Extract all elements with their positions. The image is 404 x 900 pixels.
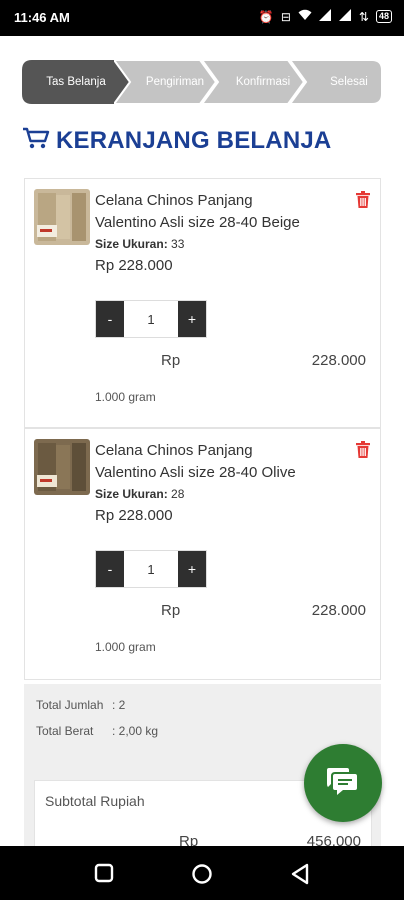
quantity-stepper: - 1 + <box>95 300 207 338</box>
signal-icon-2 <box>338 9 352 24</box>
step-label: Pengiriman <box>145 76 205 88</box>
decrease-qty-button[interactable]: - <box>96 301 124 337</box>
cart-icon <box>22 126 50 155</box>
total-weight-row: Total Berat : 2,00 kg <box>36 724 158 738</box>
cart-item: Celana Chinos Panjang Valentino Asli siz… <box>24 178 381 428</box>
signal-icon <box>318 9 332 24</box>
chat-icon <box>327 766 359 801</box>
cart-item: Celana Chinos Panjang Valentino Asli siz… <box>24 428 381 680</box>
total-weight-value: : 2,00 kg <box>112 724 159 738</box>
product-name-line2: Valentino Asli size 28-40 Olive <box>95 464 296 481</box>
product-price: Rp 228.000 <box>95 507 173 524</box>
product-name-line1: Celana Chinos Panjang <box>95 192 253 209</box>
product-image[interactable] <box>34 439 90 495</box>
quantity-input[interactable]: 1 <box>124 301 178 337</box>
total-weight-label: Total Berat <box>36 724 94 738</box>
product-size: Size Ukuran: 33 <box>95 237 184 251</box>
page-title: KERANJANG BELANJA <box>22 126 331 155</box>
product-size: Size Ukuran: 28 <box>95 487 184 501</box>
size-label: Size Ukuran: <box>95 237 168 251</box>
product-name-line2: Valentino Asli size 28-40 Beige <box>95 214 300 231</box>
status-icons: ⏰ ⊟ ⇅ 48 <box>259 9 392 24</box>
line-total-currency: Rp <box>161 602 181 619</box>
step-selesai[interactable]: Selesai <box>290 60 382 104</box>
step-label: Konfirmasi <box>235 76 291 88</box>
trash-icon[interactable] <box>356 191 370 213</box>
quantity-stepper: - 1 + <box>95 550 207 588</box>
product-image[interactable] <box>34 189 90 245</box>
quantity-input[interactable]: 1 <box>124 551 178 587</box>
battery-icon: 48 <box>375 10 392 23</box>
product-name[interactable]: Celana Chinos Panjang Valentino Asli siz… <box>95 190 315 234</box>
data-icon: ⇅ <box>358 9 369 24</box>
home-nav-icon[interactable] <box>191 863 213 890</box>
line-total-value: 228.000 <box>311 602 366 619</box>
line-total-currency: Rp <box>161 352 181 369</box>
system-nav-bar <box>0 846 404 900</box>
total-qty-label: Total Jumlah <box>36 698 104 712</box>
size-value: 28 <box>171 487 185 501</box>
product-name[interactable]: Celana Chinos Panjang Valentino Asli siz… <box>95 440 315 484</box>
back-nav-icon[interactable] <box>290 863 310 890</box>
recents-nav-icon[interactable] <box>94 863 114 888</box>
decrease-qty-button[interactable]: - <box>96 551 124 587</box>
size-value: 33 <box>171 237 185 251</box>
wifi-icon <box>298 9 312 24</box>
product-name-line1: Celana Chinos Panjang <box>95 442 253 459</box>
alarm-icon: ⏰ <box>258 9 274 24</box>
page-title-text: KERANJANG BELANJA <box>56 126 332 154</box>
total-qty-value: : 2 <box>112 698 126 712</box>
step-label: Tas Belanja <box>46 76 106 88</box>
total-qty-row: Total Jumlah : 2 <box>36 698 125 712</box>
increase-qty-button[interactable]: + <box>178 551 206 587</box>
step-label: Selesai <box>330 76 368 88</box>
product-weight: 1.000 gram <box>95 390 156 404</box>
checkout-steps: Tas Belanja Pengiriman Konfirmasi Selesa… <box>22 60 382 104</box>
subtotal-label: Subtotal Rupiah <box>45 793 145 809</box>
chat-button[interactable] <box>304 744 382 822</box>
increase-qty-button[interactable]: + <box>178 301 206 337</box>
line-total-value: 228.000 <box>311 352 366 369</box>
trash-icon[interactable] <box>356 441 370 463</box>
status-bar: 11:46 AM ⏰ ⊟ ⇅ 48 <box>0 0 404 36</box>
product-price: Rp 228.000 <box>95 257 173 274</box>
size-label: Size Ukuran: <box>95 487 168 501</box>
vibrate-icon: ⊟ <box>280 9 291 24</box>
status-time: 11:46 AM <box>14 10 70 25</box>
product-weight: 1.000 gram <box>95 640 156 654</box>
